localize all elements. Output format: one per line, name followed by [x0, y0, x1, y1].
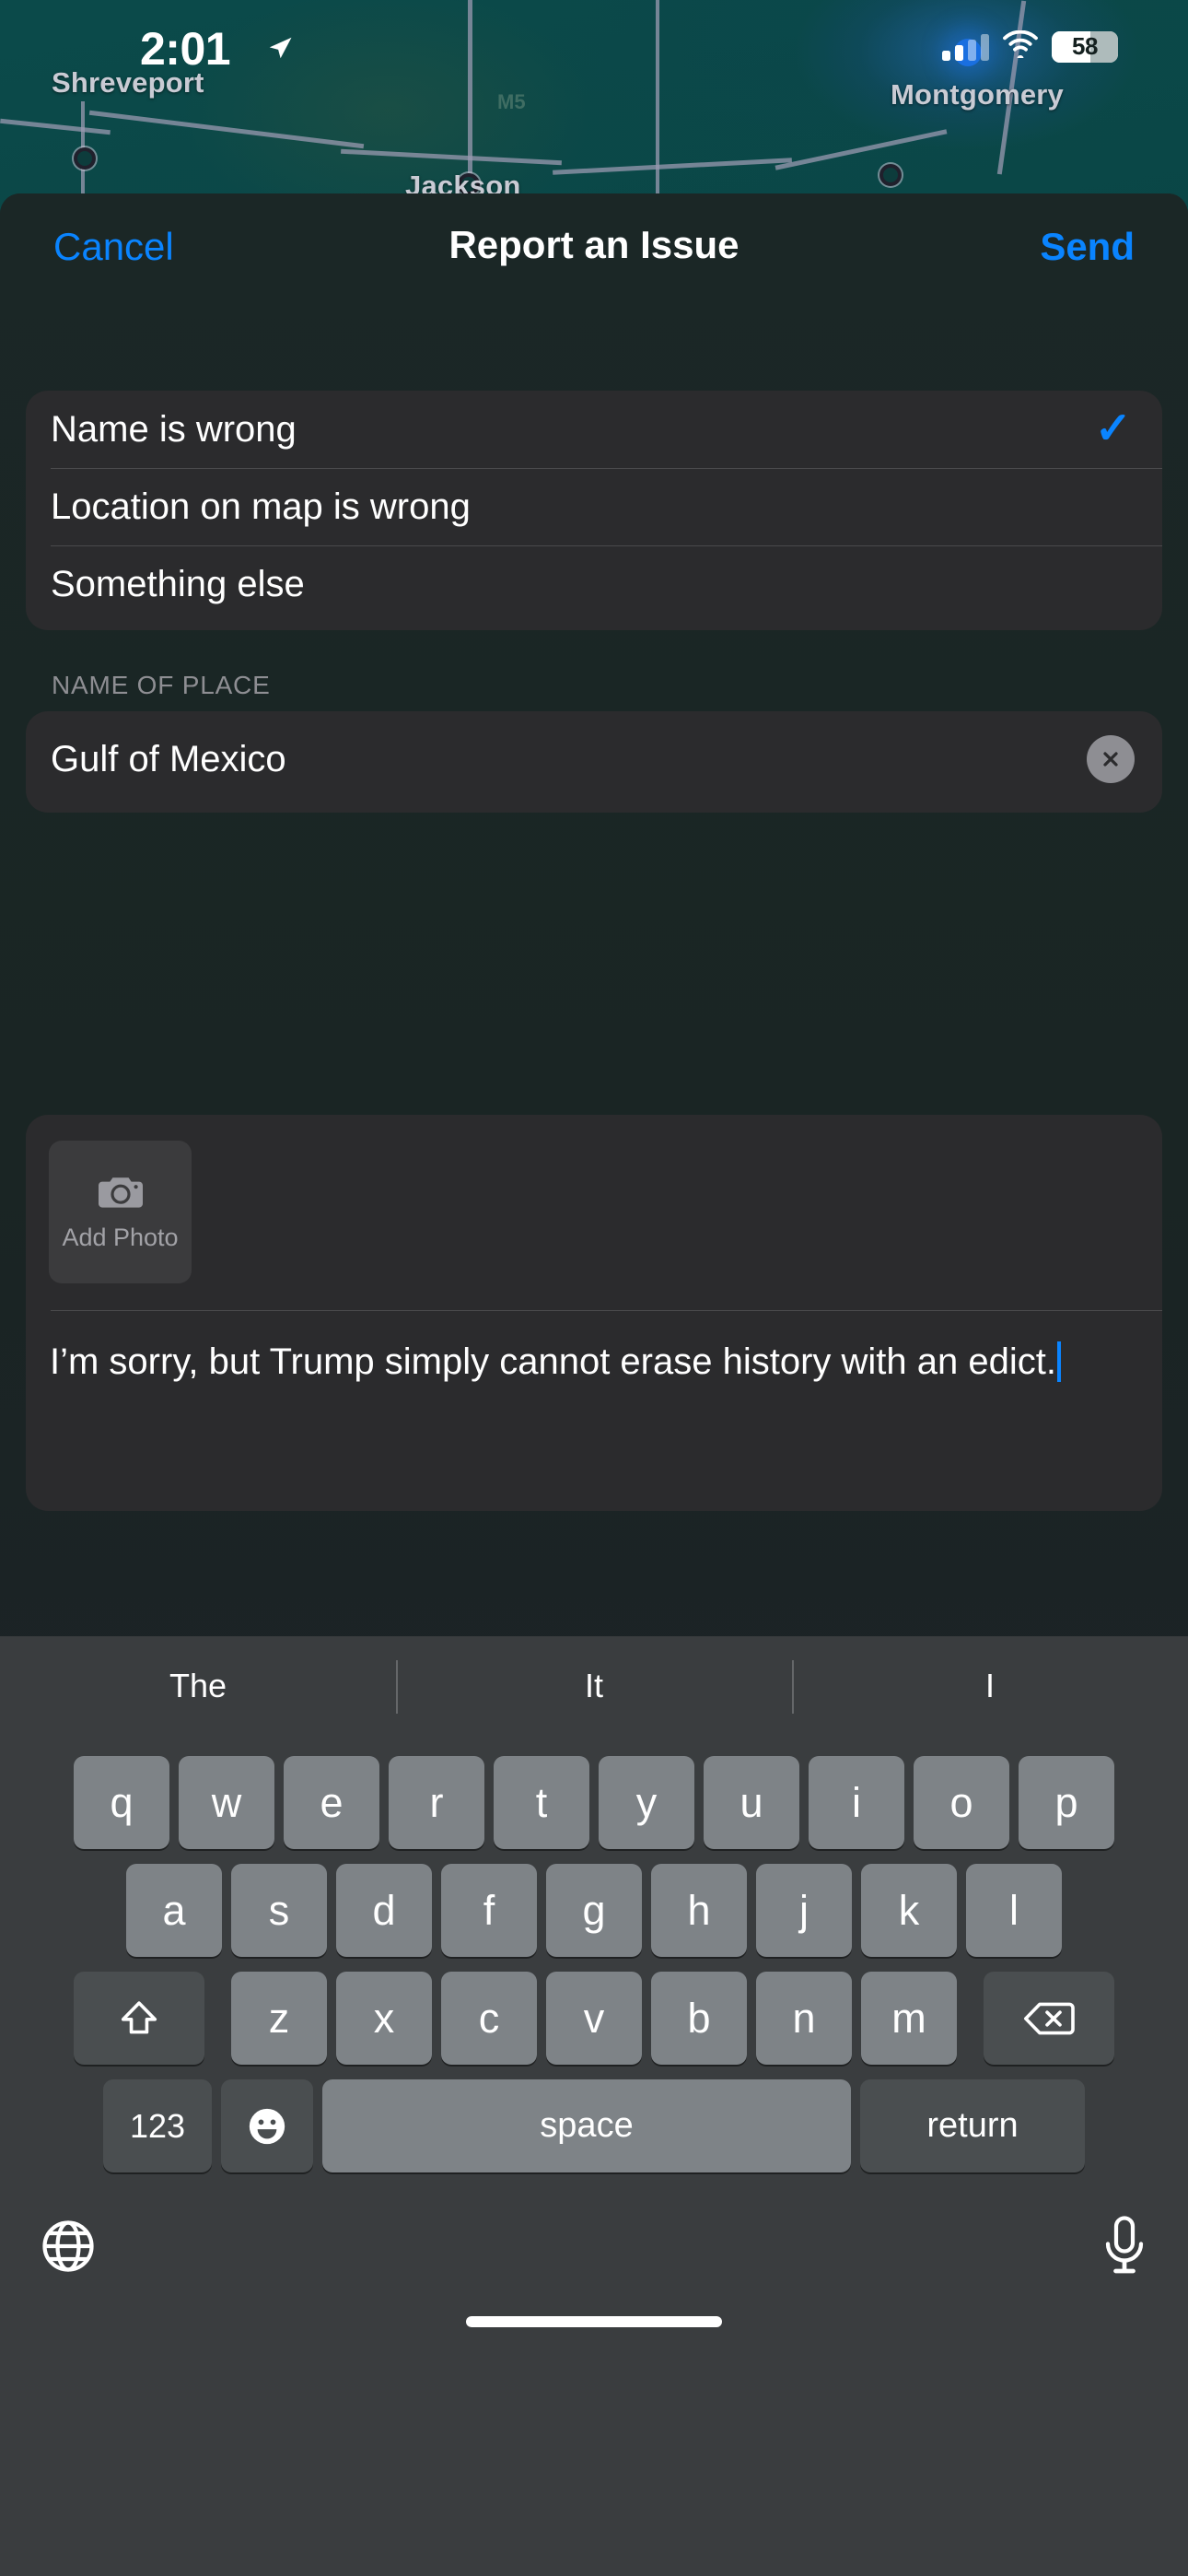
page-title: Report an Issue — [448, 223, 740, 266]
add-photo-button[interactable]: Add Photo — [49, 1141, 192, 1283]
issue-option-something-else[interactable]: Something else — [26, 545, 1162, 623]
wifi-icon — [1002, 29, 1039, 63]
map-road — [88, 110, 365, 149]
key-a[interactable]: a — [126, 1864, 222, 1957]
name-of-place-section-header: NAME OF PLACE — [52, 671, 271, 699]
keyboard-row-4: 123 space return — [0, 2079, 1188, 2172]
map-city-dot — [74, 147, 96, 170]
space-key[interactable]: space — [322, 2079, 851, 2172]
key-n[interactable]: n — [756, 1972, 852, 2065]
issue-options-card: Name is wrong ✓ Location on map is wrong… — [26, 391, 1162, 630]
key-v[interactable]: v — [546, 1972, 642, 2065]
status-bar: 2:01 58 — [0, 0, 1188, 101]
microphone-icon[interactable] — [1101, 2215, 1147, 2276]
iphone-screen: M5 Shreveport Jackson Montgomery 2:01 58… — [0, 0, 1188, 2576]
key-j[interactable]: j — [756, 1864, 852, 1957]
key-k[interactable]: k — [861, 1864, 957, 1957]
status-bar-indicators: 58 — [942, 29, 1118, 63]
name-of-place-field[interactable]: Gulf of Mexico — [26, 711, 1162, 813]
issue-option-name-is-wrong[interactable]: Name is wrong ✓ — [26, 391, 1162, 468]
keyboard-row-1: q w e r t y u i o p — [0, 1756, 1188, 1849]
key-o[interactable]: o — [914, 1756, 1009, 1849]
map-road — [341, 148, 562, 166]
key-z[interactable]: z — [231, 1972, 327, 2065]
emoji-smiley-icon[interactable] — [221, 2079, 313, 2172]
onscreen-keyboard: The It I q w e r t y u i o p a s d f g h… — [0, 1636, 1188, 2576]
key-f[interactable]: f — [441, 1864, 537, 1957]
issue-option-location-wrong[interactable]: Location on map is wrong — [26, 468, 1162, 545]
keyboard-bottom-bar — [0, 2198, 1188, 2355]
key-u[interactable]: u — [704, 1756, 799, 1849]
key-q[interactable]: q — [74, 1756, 169, 1849]
predictive-text-bar: The It I — [0, 1636, 1188, 1736]
map-road — [553, 158, 792, 175]
numbers-key[interactable]: 123 — [103, 2079, 212, 2172]
battery-percent-label: 58 — [1071, 32, 1099, 60]
battery-indicator: 58 — [1052, 30, 1118, 63]
key-c[interactable]: c — [441, 1972, 537, 2065]
key-l[interactable]: l — [966, 1864, 1062, 1957]
key-r[interactable]: r — [389, 1756, 484, 1849]
photo-and-comment-card: Add Photo I’m sorry, but Trump simply ca… — [26, 1115, 1162, 1511]
key-x[interactable]: x — [336, 1972, 432, 2065]
text-cursor — [1057, 1341, 1061, 1382]
globe-icon[interactable] — [41, 2219, 96, 2274]
prediction-candidate-3[interactable]: I — [792, 1636, 1188, 1736]
key-b[interactable]: b — [651, 1972, 747, 2065]
send-button[interactable]: Send — [1040, 225, 1135, 269]
comment-textarea[interactable]: I’m sorry, but Trump simply cannot erase… — [50, 1341, 1138, 1384]
prediction-candidate-2[interactable]: It — [396, 1636, 792, 1736]
key-t[interactable]: t — [494, 1756, 589, 1849]
camera-icon — [97, 1173, 145, 1214]
key-s[interactable]: s — [231, 1864, 327, 1957]
shift-arrow-icon[interactable] — [74, 1972, 204, 2065]
sheet-navigation-bar: Cancel Report an Issue Send — [0, 193, 1188, 304]
key-m[interactable]: m — [861, 1972, 957, 2065]
cellular-signal-icon — [942, 33, 989, 61]
map-road — [775, 129, 948, 170]
key-d[interactable]: d — [336, 1864, 432, 1957]
key-h[interactable]: h — [651, 1864, 747, 1957]
comment-text-value: I’m sorry, but Trump simply cannot erase… — [50, 1341, 1056, 1382]
issue-option-label: Location on map is wrong — [51, 486, 471, 527]
key-e[interactable]: e — [284, 1756, 379, 1849]
key-y[interactable]: y — [599, 1756, 694, 1849]
map-road — [0, 118, 111, 135]
name-of-place-value: Gulf of Mexico — [51, 739, 286, 779]
keyboard-row-3: z x c v b n m — [0, 1972, 1188, 2065]
clear-x-circle-icon[interactable] — [1087, 735, 1135, 783]
map-city-dot — [879, 164, 902, 186]
card-separator — [51, 1310, 1162, 1311]
home-indicator[interactable] — [466, 2316, 722, 2327]
key-i[interactable]: i — [809, 1756, 904, 1849]
key-p[interactable]: p — [1019, 1756, 1114, 1849]
key-w[interactable]: w — [179, 1756, 274, 1849]
location-arrow-icon — [266, 34, 294, 62]
checkmark-icon: ✓ — [1094, 404, 1132, 453]
keyboard-row-2: a s d f g h j k l — [0, 1864, 1188, 1957]
key-g[interactable]: g — [546, 1864, 642, 1957]
return-key[interactable]: return — [860, 2079, 1085, 2172]
add-photo-label: Add Photo — [62, 1223, 179, 1251]
backspace-icon[interactable] — [984, 1972, 1114, 2065]
issue-option-label: Something else — [51, 563, 305, 604]
status-bar-time: 2:01 — [140, 23, 231, 75]
prediction-candidate-1[interactable]: The — [0, 1636, 396, 1736]
issue-option-label: Name is wrong — [51, 408, 297, 450]
